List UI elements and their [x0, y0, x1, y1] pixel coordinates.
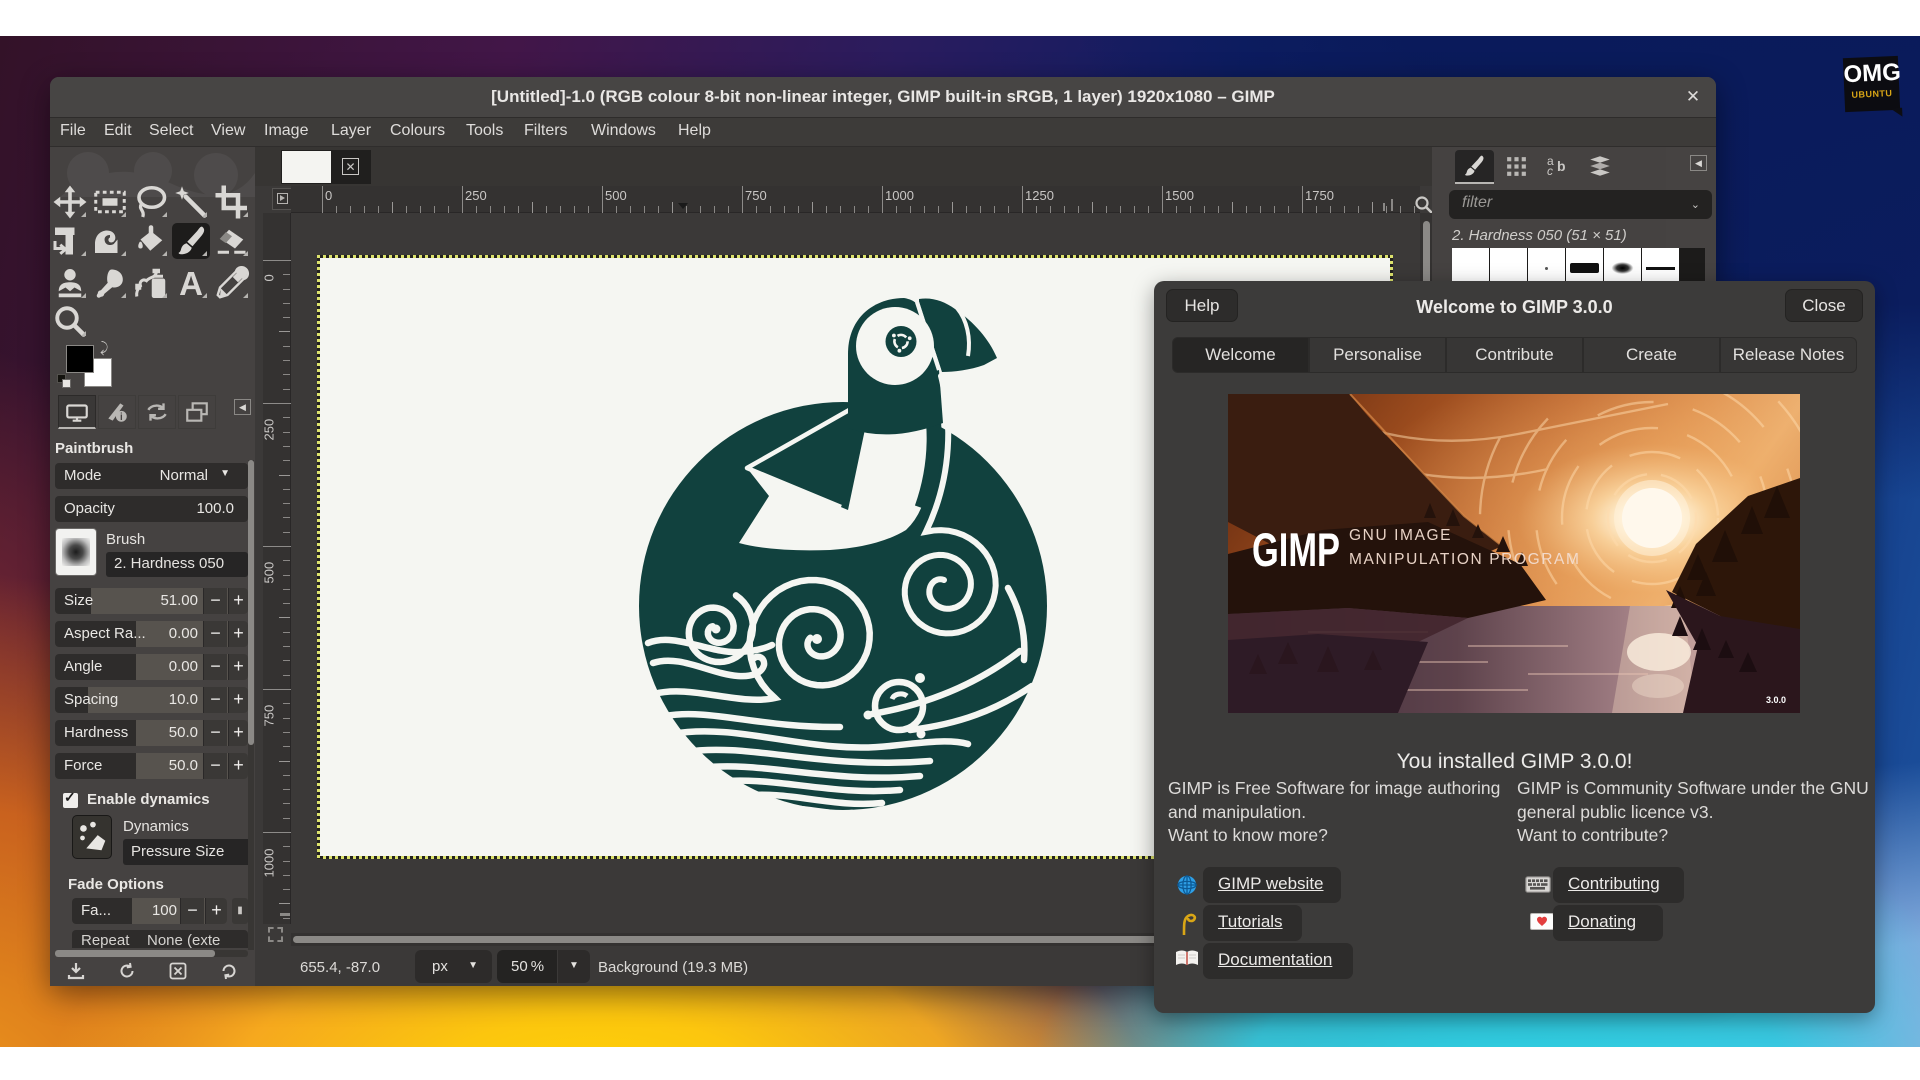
svg-text:i: i — [120, 412, 123, 423]
svg-text:GNU IMAGE: GNU IMAGE — [1349, 527, 1452, 544]
svg-text:GIMP: GIMP — [1252, 523, 1340, 576]
svg-text:MANIPULATION PROGRAM: MANIPULATION PROGRAM — [1349, 551, 1581, 568]
svg-text:3.0.0: 3.0.0 — [1766, 695, 1786, 705]
svg-text:A: A — [179, 265, 203, 301]
